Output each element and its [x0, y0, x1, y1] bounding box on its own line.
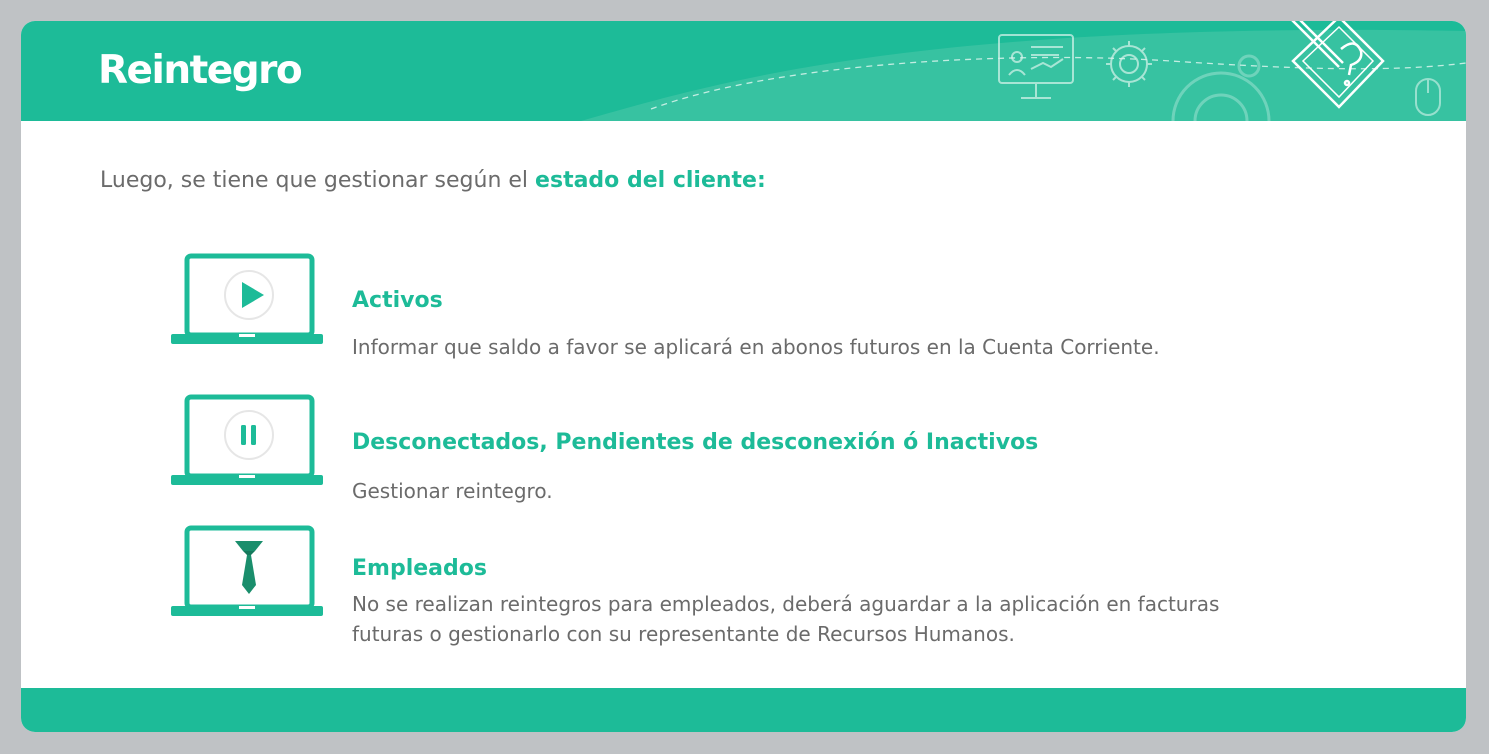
intro-text: Luego, se tiene que gestionar según el e… [100, 167, 766, 195]
intro-lead: Luego, se tiene que gestionar según el [100, 168, 536, 193]
item-description: No se realizan reintegros para empleados… [352, 592, 1220, 646]
laptop-play-icon [171, 253, 323, 344]
intro-highlight: estado del cliente: [535, 168, 766, 193]
laptop-pause-icon [171, 394, 323, 485]
item-title: Empleados [352, 556, 487, 581]
item-title: Desconectados, Pendientes de desconexión… [352, 430, 1039, 455]
laptop-tie-icon [171, 525, 323, 616]
slide-card: Reintegro Luego, se tiene que gestionar … [21, 21, 1466, 732]
header-banner: Reintegro [21, 21, 1466, 121]
item-description: Informar que saldo a favor se aplicará e… [352, 335, 1160, 359]
footer-bar [21, 688, 1466, 732]
page-title: Reintegro [98, 48, 303, 93]
item-description: Gestionar reintegro. [352, 479, 553, 503]
item-title: Activos [352, 288, 443, 313]
